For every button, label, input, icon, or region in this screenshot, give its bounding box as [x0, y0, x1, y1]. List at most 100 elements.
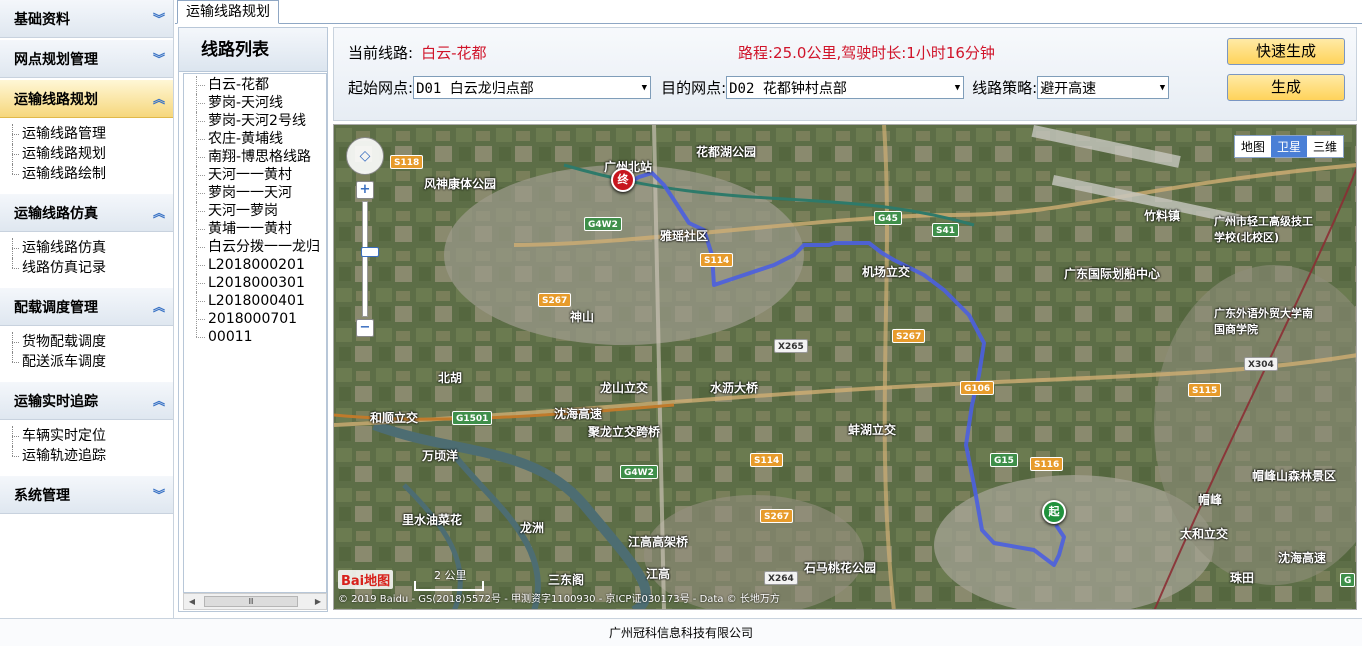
route-list-panel: 线路列表 白云-花都 萝岗-天河线 萝岗-天河2号线 农庄-黄埔线 南翔-博思格线路 天河… [178, 27, 328, 612]
nav-header[interactable]: 配载调度管理 ︽ [0, 288, 173, 326]
nav-submenu-item[interactable]: 车辆实时定位 [10, 426, 173, 446]
road-shield: X265 [774, 339, 808, 353]
end-marker[interactable]: 终 [611, 168, 635, 192]
map-place-label: 机场立交 [862, 265, 911, 279]
map-place-label: 龙洲 [520, 521, 545, 535]
nav-header[interactable]: 运输线路规划 ︽ [0, 80, 173, 118]
map-type-button[interactable]: 卫星 [1270, 136, 1307, 157]
road-shield: G15 [990, 453, 1018, 467]
chevron-down-icon[interactable]: ︾ [153, 10, 165, 27]
nav-group: 运输线路仿真 ︽ 运输线路仿真 线路仿真记录 [0, 194, 173, 288]
footer: 广州冠科信息科技有限公司 [0, 618, 1362, 646]
current-route-row: 当前线路: 白云-花都 [348, 42, 486, 63]
map-place-label: 帽峰 [1198, 493, 1223, 507]
generate-button[interactable]: 生成 [1227, 74, 1345, 101]
route-list-item[interactable]: 农庄-黄埔线 [184, 130, 326, 148]
nav-header[interactable]: 运输线路仿真 ︽ [0, 194, 173, 232]
route-list-item[interactable]: 黄埔一一黄村 [184, 220, 326, 238]
nav-header[interactable]: 网点规划管理 ︾ [0, 40, 173, 78]
nav-submenu: 货物配载调度 配送派车调度 [0, 326, 173, 382]
quick-generate-button[interactable]: 快速生成 [1227, 38, 1345, 65]
route-list-item[interactable]: 萝岗-天河2号线 [184, 112, 326, 130]
current-route-value: 白云-花都 [421, 44, 487, 62]
road-shield: X304 [1244, 357, 1278, 371]
route-list-item[interactable]: 白云分拨一一龙归 [184, 238, 326, 256]
route-list-item[interactable]: L2018000301 [184, 274, 326, 292]
chevron-up-icon[interactable]: ︽ [153, 392, 165, 409]
scroll-right-icon[interactable]: ▶ [310, 594, 326, 609]
zoom-in-button[interactable]: + [356, 181, 374, 199]
nav-submenu-item[interactable]: 运输轨迹追踪 [10, 446, 173, 466]
road-shield: S118 [390, 155, 424, 169]
zoom-control[interactable]: + − [356, 181, 379, 337]
zoom-slider-thumb[interactable] [361, 247, 379, 257]
dropdown-arrow-icon: ▼ [641, 82, 648, 93]
map-place-label: 蚌湖立交 [848, 423, 897, 437]
nav-gap [0, 514, 173, 516]
road-shield: G45 [874, 211, 902, 225]
road-shield: X264 [764, 571, 798, 585]
route-list-item[interactable]: 2018000701 [184, 310, 326, 328]
route-list-item[interactable]: L2018000201 [184, 256, 326, 274]
route-list-item[interactable]: 天河一一黄村 [184, 166, 326, 184]
route-list-item[interactable]: 天河一萝岗 [184, 202, 326, 220]
nav-header[interactable]: 系统管理 ︾ [0, 476, 173, 514]
road-shield: G4W2 [620, 465, 658, 479]
start-marker[interactable]: 起 [1042, 500, 1066, 524]
nav-header[interactable]: 基础资料 ︾ [0, 0, 173, 38]
chevron-down-icon[interactable]: ︾ [153, 486, 165, 503]
zoom-slider-track[interactable] [361, 201, 379, 317]
nav-submenu-item[interactable]: 运输线路仿真 [10, 238, 173, 258]
map-place-label: 太和立交 [1180, 527, 1229, 541]
map-type-button[interactable]: 地图 [1235, 136, 1271, 157]
nav-header-label: 系统管理 [14, 487, 70, 504]
map-place-label: 花都湖公园 [696, 145, 757, 159]
map-place-label: 神山 [570, 310, 595, 324]
pan-control[interactable]: ◇ [346, 137, 384, 175]
chevron-up-icon[interactable]: ︽ [153, 90, 165, 107]
nav-header-label: 配载调度管理 [14, 299, 98, 316]
start-select-value: D01 白云龙归点部 [416, 80, 534, 97]
horizontal-scrollbar[interactable]: ◀ Ⅲ ▶ [183, 593, 327, 610]
route-list-item[interactable]: 南翔-博思格线路 [184, 148, 326, 166]
dropdown-arrow-icon: ▼ [954, 82, 961, 93]
route-list-item[interactable]: 00011 [184, 328, 326, 346]
nav-submenu-item[interactable]: 配送派车调度 [10, 352, 173, 372]
nav-group: 基础资料 ︾ [0, 0, 173, 40]
zoom-out-button[interactable]: − [356, 319, 374, 337]
selector-row: 起始网点: D01 白云龙归点部 ▼ 目的网点: D02 花都钟村点部 ▼ 线路… [348, 76, 1170, 99]
nav-submenu-item[interactable]: 运输线路规划 [10, 144, 173, 164]
route-list-item[interactable]: 萝岗一一天河 [184, 184, 326, 202]
scroll-thumb[interactable]: Ⅲ [204, 596, 298, 607]
nav-header[interactable]: 运输实时追踪 ︽ [0, 382, 173, 420]
nav-submenu: 运输线路管理 运输线路规划 运输线路绘制 [0, 118, 173, 194]
strategy-select-value: 避开高速 [1040, 80, 1097, 97]
nav-submenu-item[interactable]: 运输线路管理 [10, 124, 173, 144]
nav-submenu-item[interactable]: 货物配载调度 [10, 332, 173, 352]
start-select[interactable]: D01 白云龙归点部 ▼ [413, 76, 652, 99]
chevron-up-icon[interactable]: ︽ [153, 298, 165, 315]
strategy-select[interactable]: 避开高速 ▼ [1037, 76, 1170, 99]
chevron-up-icon[interactable]: ︽ [153, 204, 165, 221]
dest-select[interactable]: D02 花都钟村点部 ▼ [726, 76, 965, 99]
nav-header-label: 运输实时追踪 [14, 393, 98, 410]
nav-submenu: 车辆实时定位 运输轨迹追踪 [0, 420, 173, 476]
map-place-label: 广东外语外贸大学南国商学院 [1214, 307, 1313, 336]
map-place-label: 北胡 [438, 371, 463, 385]
route-list-item[interactable]: 萝岗-天河线 [184, 94, 326, 112]
map-place-label: 三东阁 [548, 573, 585, 587]
road-shield: G4W2 [584, 217, 622, 231]
map-type-button[interactable]: 三维 [1307, 136, 1343, 157]
app-window: 基础资料 ︾ 网点规划管理 ︾ 运输线路规划 ︽ 运输线路管理 运输线路规划 运输线路绘制 运输线… [0, 0, 1362, 646]
map-place-label: 雅瑶社区 [660, 229, 709, 243]
route-list-item[interactable]: 白云-花都 [184, 76, 326, 94]
nav-submenu-item[interactable]: 线路仿真记录 [10, 258, 173, 278]
chevron-down-icon[interactable]: ︾ [153, 50, 165, 67]
map-place-label: 江高高架桥 [628, 535, 689, 549]
nav-submenu-item[interactable]: 运输线路绘制 [10, 164, 173, 184]
start-label: 起始网点: [348, 79, 414, 97]
route-list-item[interactable]: L2018000401 [184, 292, 326, 310]
tab-route-planning[interactable]: 运输线路规划 [177, 0, 279, 24]
scroll-left-icon[interactable]: ◀ [184, 594, 200, 609]
map-view[interactable]: 风神康体公园 广州北站 花都湖公园 雅瑶社区 机场立交 竹料镇 广州市轻工高级技工学校(北校… [333, 124, 1357, 610]
